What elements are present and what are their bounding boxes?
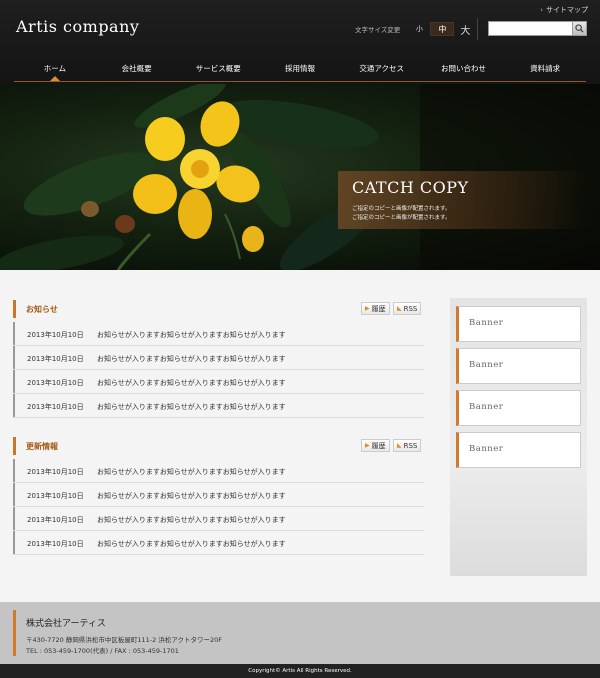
banner-4[interactable]: Banner [456,432,581,468]
banner-3[interactable]: Banner [456,390,581,426]
accent-bar [13,610,16,656]
footer-tel: TEL : 053-459-1700(代表) / FAX : 053-459-1… [26,647,179,655]
update-date: 2013年10月10日 [27,468,84,476]
row-marker [13,370,15,393]
nav-service[interactable]: サービス概要 [177,56,259,81]
update-text: お知らせが入りますお知らせが入りますお知らせが入ります [97,492,286,500]
news-item[interactable]: 2013年10月10日 お知らせが入りますお知らせが入りますお知らせが入ります [13,394,424,418]
catch-copy-line: ご指定のコピーと画像が配置されます。 [352,206,451,212]
banner-1[interactable]: Banner [456,306,581,342]
nav-company[interactable]: 会社概要 [96,56,178,81]
history-icon: ▶ [365,442,370,449]
accent-bar [13,437,16,455]
site-header: Artis company › サイトマップ 文字サイズ変更 小 中 大 ホーム … [0,0,600,84]
history-icon: ▶ [365,305,370,312]
logo[interactable]: Artis company [16,17,139,36]
nav-access[interactable]: 交通アクセス [341,56,423,81]
history-label: 履歴 [371,304,386,313]
chevron-right-icon: › [540,6,543,14]
font-size-medium-button[interactable]: 中 [430,22,455,36]
news-header: お知らせ ▶ 履歴 ◣ RSS [13,300,424,318]
update-date: 2013年10月10日 [27,516,84,524]
news-text: お知らせが入りますお知らせが入りますお知らせが入ります [97,379,286,387]
search-button[interactable] [573,21,587,36]
catch-copy-line: ご指定のコピーと画像が配置されます。 [352,215,451,221]
font-size-large-button[interactable]: 大 [458,22,472,37]
updates-header: 更新情報 ▶ 履歴 ◣ RSS [13,437,424,455]
row-marker [13,483,15,506]
global-nav: ホーム 会社概要 サービス概要 採用情報 交通アクセス お問い合わせ 資料請求 [14,56,586,82]
rss-icon: ◣ [397,442,402,449]
news-date: 2013年10月10日 [27,379,84,387]
update-date: 2013年10月10日 [27,492,84,500]
nav-home[interactable]: ホーム [14,56,96,81]
update-text: お知らせが入りますお知らせが入りますお知らせが入ります [97,540,286,548]
nav-contact[interactable]: お問い合わせ [423,56,505,81]
news-item[interactable]: 2013年10月10日 お知らせが入りますお知らせが入りますお知らせが入ります [13,346,424,370]
row-marker [13,322,15,345]
update-item[interactable]: 2013年10月10日 お知らせが入りますお知らせが入りますお知らせが入ります [13,459,424,483]
news-date: 2013年10月10日 [27,403,84,411]
site-footer: 株式会社アーティス 〒430-7720 静岡県浜松市中区板屋町111-2 浜松ア… [0,602,600,664]
banner-label: Banner [469,360,504,370]
row-marker [13,531,15,554]
banner-2[interactable]: Banner [456,348,581,384]
banner-label: Banner [469,402,504,412]
font-size-small-button[interactable]: 小 [412,24,426,34]
updates-title: 更新情報 [26,442,58,451]
catch-copy-title: CATCH COPY [352,178,469,197]
search-icon [575,24,584,33]
sidebar: Banner Banner Banner Banner [450,298,587,576]
rss-label: RSS [403,304,418,313]
footer-company: 株式会社アーティス [26,619,106,629]
update-item[interactable]: 2013年10月10日 お知らせが入りますお知らせが入りますお知らせが入ります [13,507,424,531]
news-date: 2013年10月10日 [27,331,84,339]
banner-label: Banner [469,444,504,454]
news-text: お知らせが入りますお知らせが入りますお知らせが入ります [97,355,286,363]
copyright-text: Copyright© Artis All Rights Reserved. [248,668,352,674]
news-text: お知らせが入りますお知らせが入りますお知らせが入ります [97,331,286,339]
update-item[interactable]: 2013年10月10日 お知らせが入りますお知らせが入りますお知らせが入ります [13,531,424,555]
rss-label: RSS [403,441,418,450]
news-rss-button[interactable]: ◣ RSS [393,302,422,315]
updates-history-button[interactable]: ▶ 履歴 [361,439,390,452]
accent-bar [13,300,16,318]
catch-copy-box: CATCH COPY ご指定のコピーと画像が配置されます。 ご指定のコピーと画像… [338,171,588,229]
row-marker [13,346,15,369]
updates-rss-button[interactable]: ◣ RSS [393,439,422,452]
rss-icon: ◣ [397,305,402,312]
news-title: お知らせ [26,305,58,314]
update-text: お知らせが入りますお知らせが入りますお知らせが入ります [97,468,286,476]
row-marker [13,394,15,417]
font-size-switcher: 文字サイズ変更 小 中 大 [355,21,472,37]
banner-label: Banner [469,318,504,328]
search-input[interactable] [488,21,573,36]
news-text: お知らせが入りますお知らせが入りますお知らせが入ります [97,403,286,411]
update-item[interactable]: 2013年10月10日 お知らせが入りますお知らせが入りますお知らせが入ります [13,483,424,507]
sitemap-link[interactable]: › サイトマップ [540,5,588,15]
row-marker [13,459,15,482]
search-box [488,21,587,36]
news-item[interactable]: 2013年10月10日 お知らせが入りますお知らせが入りますお知らせが入ります [13,322,424,346]
footer-address: 〒430-7720 静岡県浜松市中区板屋町111-2 浜松アクトタワー20F [26,636,222,644]
header-divider [477,18,478,40]
row-marker [13,507,15,530]
history-label: 履歴 [371,441,386,450]
news-history-button[interactable]: ▶ 履歴 [361,302,390,315]
update-date: 2013年10月10日 [27,540,84,548]
news-item[interactable]: 2013年10月10日 お知らせが入りますお知らせが入りますお知らせが入ります [13,370,424,394]
news-date: 2013年10月10日 [27,355,84,363]
nav-recruit[interactable]: 採用情報 [259,56,341,81]
nav-request[interactable]: 資料請求 [504,56,586,81]
update-text: お知らせが入りますお知らせが入りますお知らせが入ります [97,516,286,524]
copyright-bar: Copyright© Artis All Rights Reserved. [0,664,600,678]
sitemap-label: サイトマップ [546,6,588,14]
font-size-label: 文字サイズ変更 [355,26,401,34]
